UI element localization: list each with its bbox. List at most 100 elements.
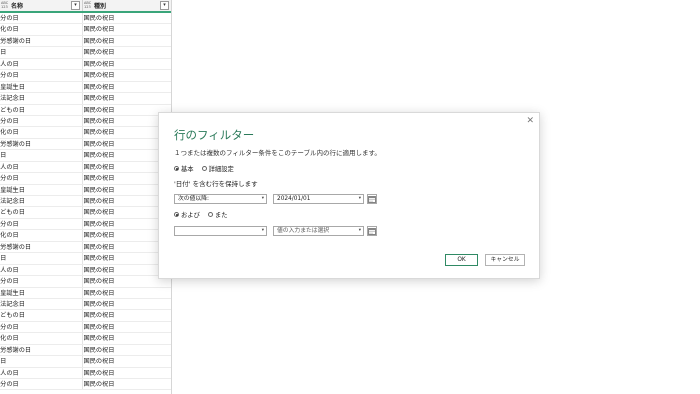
and-radio-label[interactable]: および: [181, 210, 200, 219]
table-row: 元日国民の祝日: [0, 253, 171, 265]
cell-name: 春分の日: [0, 379, 83, 390]
condition2-value-placeholder: 値の入力または選択: [277, 228, 330, 234]
calendar-icon[interactable]: [367, 226, 377, 236]
column-header-name[interactable]: ABC 123 名称 ▾: [0, 0, 83, 11]
cell-name: 勤労感謝の日: [0, 344, 83, 356]
table-row: 天皇誕生日国民の祝日: [0, 287, 171, 299]
table-row: 元日国民の祝日: [0, 150, 171, 162]
cell-name: 成人の日: [0, 161, 83, 173]
data-grid: ABC 123 名称 ▾ ABC 123 種別 ▾ 秋分の日国民の祝日文化の日国…: [0, 0, 172, 394]
table-row: 春分の日国民の祝日: [0, 173, 171, 185]
table-row: 憲法記念日国民の祝日: [0, 196, 171, 208]
table-row: 成人の日国民の祝日: [0, 367, 171, 379]
chevron-down-icon: ▾: [261, 228, 264, 233]
or-radio-label[interactable]: また: [215, 210, 228, 219]
keep-rows-label: '日付' を含む行を保持します: [174, 180, 258, 188]
table-row: こどもの日国民の祝日: [0, 207, 171, 219]
dialog-title: 行のフィルター: [174, 128, 255, 142]
cell-name: 秋分の日: [0, 115, 83, 127]
cell-name: 憲法記念日: [0, 196, 83, 207]
dialog-description: １つまたは複数のフィルター条件をこのテーブル内の行に適用します。: [174, 149, 381, 157]
column-header-label: 種別: [94, 3, 107, 10]
table-row: 元日国民の祝日: [0, 356, 171, 368]
cell-type: 国民の祝日: [83, 346, 115, 354]
cell-name: 秋分の日: [0, 321, 83, 333]
ok-button[interactable]: OK: [445, 254, 478, 266]
cell-type: 国民の祝日: [83, 381, 115, 388]
type-any-icon[interactable]: ABC 123: [84, 1, 92, 9]
or-radio[interactable]: [207, 212, 213, 217]
cell-type: 国民の祝日: [83, 300, 115, 308]
filter-dropdown-icon[interactable]: ▾: [71, 1, 80, 10]
table-row: 文化の日国民の祝日: [0, 230, 171, 242]
cell-name: 秋分の日: [0, 13, 83, 24]
condition1-value-select[interactable]: 2024/01/01 ▾: [273, 194, 364, 204]
basic-radio-label[interactable]: 基本: [181, 164, 194, 173]
basic-radio[interactable]: [174, 166, 179, 171]
table-row: 文化の日国民の祝日: [0, 127, 171, 139]
condition1-operator-select[interactable]: 次の値以降: ▾: [174, 194, 267, 204]
table-row: 成人の日国民の祝日: [0, 161, 171, 174]
table-row: 勤労感謝の日国民の祝日: [0, 241, 171, 254]
cell-type: 国民の祝日: [83, 358, 115, 366]
logic-radio-group: および また: [174, 210, 235, 219]
cell-name: 文化の日: [0, 230, 83, 241]
table-row: 勤労感謝の日国民の祝日: [0, 138, 171, 151]
type-any-icon[interactable]: ABC 123: [1, 1, 9, 9]
cell-type: 国民の祝日: [83, 60, 115, 68]
advanced-radio-label[interactable]: 詳細設定: [209, 164, 234, 173]
cell-name: 天皇誕生日: [0, 287, 83, 298]
cell-name: 成人の日: [0, 58, 83, 70]
chevron-down-icon: ▾: [358, 228, 361, 233]
cell-type: 国民の祝日: [83, 95, 115, 103]
cell-name: 春分の日: [0, 276, 83, 287]
cell-type: 国民の祝日: [83, 37, 115, 45]
cell-name: 勤労感謝の日: [0, 138, 83, 150]
cell-name: 憲法記念日: [0, 93, 83, 104]
close-icon[interactable]: ✕: [526, 116, 534, 126]
cell-name: 憲法記念日: [0, 298, 83, 310]
table-row: 春分の日国民の祝日: [0, 379, 171, 391]
cell-name: 元日: [0, 253, 83, 264]
column-header-label: 名称: [11, 3, 24, 10]
table-row: 天皇誕生日国民の祝日: [0, 184, 171, 196]
cell-name: 春分の日: [0, 70, 83, 81]
and-radio[interactable]: [174, 212, 179, 217]
cell-name: 成人の日: [0, 367, 83, 378]
cell-type: 国民の祝日: [83, 26, 115, 34]
table-row: こどもの日国民の祝日: [0, 310, 171, 322]
condition2-operator-select[interactable]: ▾: [174, 226, 267, 236]
cell-type: 国民の祝日: [83, 72, 115, 80]
cancel-button[interactable]: キャンセル: [485, 254, 525, 266]
filter-dropdown-icon[interactable]: ▾: [160, 1, 169, 10]
mode-radio-group: 基本 詳細設定: [174, 164, 242, 173]
table-row: 秋分の日国民の祝日: [0, 13, 171, 25]
cell-type: 国民の祝日: [83, 289, 115, 297]
cell-name: 元日: [0, 150, 83, 161]
column-header-type[interactable]: ABC 123 種別 ▾: [83, 0, 171, 11]
table-row: 春分の日国民の祝日: [0, 70, 171, 82]
cell-type: 国民の祝日: [83, 312, 115, 320]
cell-name: 春分の日: [0, 173, 83, 184]
table-row: 天皇誕生日国民の祝日: [0, 81, 171, 94]
calendar-icon[interactable]: [367, 194, 377, 204]
chevron-down-icon: ▾: [358, 196, 361, 201]
cell-name: 元日: [0, 47, 83, 58]
cell-name: こどもの日: [0, 104, 83, 115]
cell-name: こどもの日: [0, 207, 83, 218]
condition1-value: 2024/01/01: [277, 196, 311, 202]
table-row: 勤労感謝の日国民の祝日: [0, 35, 171, 48]
cell-name: こどもの日: [0, 310, 83, 321]
table-row: 文化の日国民の祝日: [0, 24, 171, 36]
condition2-value-select[interactable]: 値の入力または選択 ▾: [273, 226, 364, 236]
table-row: 秋分の日国民の祝日: [0, 321, 171, 334]
cell-name: 文化の日: [0, 24, 83, 35]
grid-rows: 秋分の日国民の祝日文化の日国民の祝日勤労感謝の日国民の祝日元日国民の祝日成人の日…: [0, 13, 171, 391]
condition1-operator-value: 次の値以降:: [178, 196, 209, 202]
cell-name: 文化の日: [0, 333, 83, 344]
cell-name: 勤労感謝の日: [0, 35, 83, 47]
grid-header: ABC 123 名称 ▾ ABC 123 種別 ▾: [0, 0, 171, 13]
advanced-radio[interactable]: [201, 166, 207, 171]
table-row: 秋分の日国民の祝日: [0, 218, 171, 231]
table-row: 春分の日国民の祝日: [0, 276, 171, 288]
